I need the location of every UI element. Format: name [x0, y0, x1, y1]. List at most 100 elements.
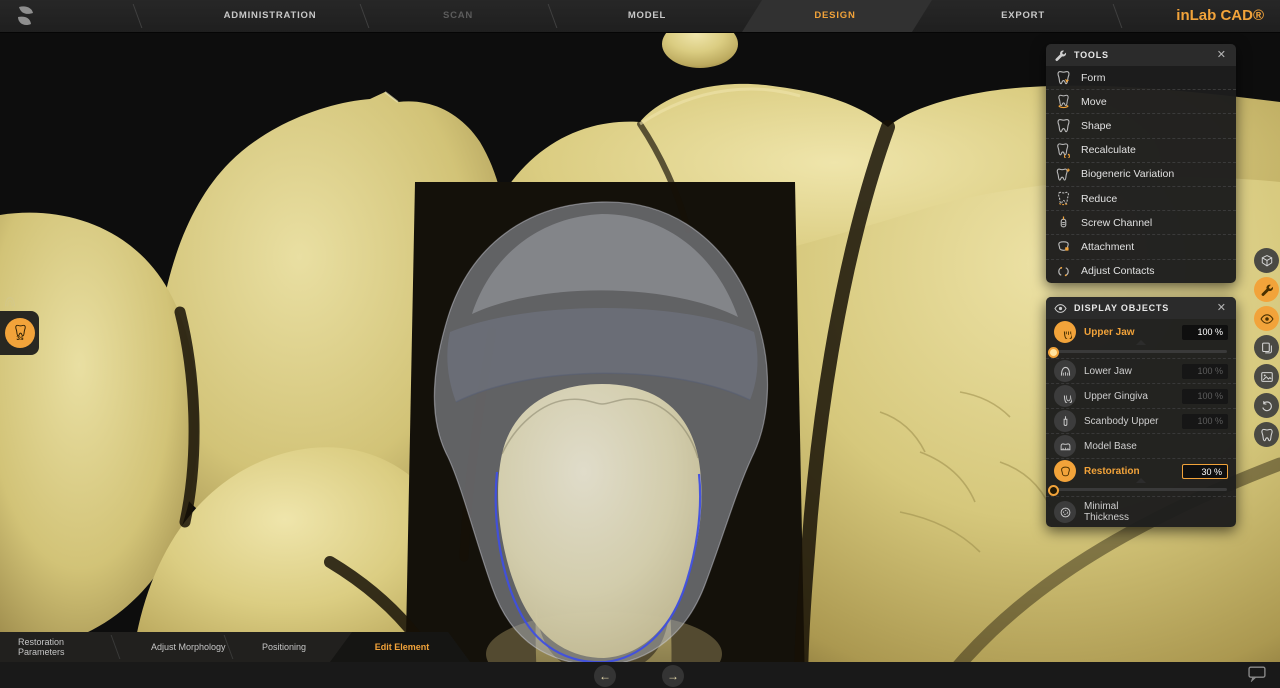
nav-separator	[548, 4, 558, 28]
snapshot-button[interactable]	[1254, 364, 1279, 389]
tool-item-label: Attachment	[1081, 241, 1134, 253]
tab-scan[interactable]: SCAN	[443, 0, 473, 32]
upper-jaw-icon	[1054, 321, 1076, 343]
tool-item-recalculate[interactable]: Recalculate	[1046, 138, 1236, 162]
tab-model[interactable]: MODEL	[628, 0, 666, 32]
tool-item-move[interactable]: Move	[1046, 89, 1236, 113]
left-flyout-handle[interactable]: 3s	[0, 311, 39, 355]
tools-panel-header: TOOLS ✕	[1046, 44, 1236, 66]
step-restoration-parameters[interactable]: Restoration Parameters	[18, 632, 106, 662]
tools-panel-title: TOOLS	[1074, 50, 1208, 60]
tool-item-label: Biogeneric Variation	[1081, 168, 1174, 180]
object-label: Model Base	[1084, 441, 1228, 452]
display-objects-panel: DISPLAY OBJECTS ✕ Upper Jaw 100 % Lower …	[1046, 297, 1236, 527]
opacity-value: 100 %	[1182, 414, 1228, 429]
model-cube-button[interactable]	[1254, 248, 1279, 273]
tool-item-label: Reduce	[1081, 193, 1117, 205]
product-title: inLab CAD®	[1176, 0, 1264, 32]
tool-item-label: Adjust Contacts	[1081, 265, 1155, 277]
opacity-value: 30 %	[1182, 464, 1228, 479]
model-base-icon	[1054, 435, 1076, 457]
top-navigation-bar: ADMINISTRATION SCAN MODEL DESIGN EXPORT …	[0, 0, 1280, 33]
object-row-minimal-thickness[interactable]: Minimal Thickness	[1046, 496, 1236, 527]
tool-item-adjust-contacts[interactable]: Adjust Contacts	[1046, 259, 1236, 283]
object-label: Upper Jaw	[1084, 327, 1174, 338]
form-tooth-icon	[1056, 70, 1071, 85]
pages-button[interactable]	[1254, 335, 1279, 360]
opacity-value: 100 %	[1182, 389, 1228, 404]
opacity-value: 100 %	[1182, 325, 1228, 340]
tab-administration[interactable]: ADMINISTRATION	[224, 0, 317, 32]
restoration-icon	[1054, 460, 1076, 482]
reset-view-button[interactable]	[1254, 393, 1279, 418]
move-tooth-icon	[1056, 94, 1071, 109]
display-objects-title: DISPLAY OBJECTS	[1074, 303, 1208, 313]
tools-panel: TOOLS ✕ Form Move Shape Recalculate Biog…	[1046, 44, 1236, 283]
reduce-icon	[1056, 191, 1071, 206]
tool-item-attachment[interactable]: Attachment	[1046, 234, 1236, 258]
nav-separator	[133, 4, 143, 28]
tool-item-screw-channel[interactable]: Screw Channel	[1046, 210, 1236, 234]
cube-icon	[1260, 254, 1274, 268]
step-adjust-morphology[interactable]: Adjust Morphology	[151, 632, 239, 662]
tool-item-label: Move	[1081, 96, 1107, 108]
tab-design[interactable]: DESIGN	[814, 0, 855, 32]
step-positioning[interactable]: Positioning	[262, 632, 306, 662]
inlab-cad-window: ADMINISTRATION SCAN MODEL DESIGN EXPORT …	[0, 0, 1280, 688]
tooth-icon	[1260, 428, 1274, 442]
screw-channel-icon	[1056, 215, 1071, 230]
slider-knob[interactable]	[1048, 347, 1059, 358]
chat-bubble-icon[interactable]	[1248, 666, 1267, 682]
timer-badge[interactable]: 3s	[5, 318, 35, 348]
scanbody-icon	[1054, 410, 1076, 432]
slider-track	[1055, 488, 1227, 491]
tool-item-reduce[interactable]: Reduce	[1046, 186, 1236, 210]
tool-item-form[interactable]: Form	[1046, 66, 1236, 89]
tool-item-label: Form	[1081, 72, 1106, 84]
tool-item-label: Screw Channel	[1081, 217, 1152, 229]
adjust-contacts-icon	[1056, 264, 1071, 279]
step-edit-element[interactable]: Edit Element	[375, 632, 430, 662]
close-icon[interactable]: ✕	[1215, 48, 1228, 63]
object-row-scanbody-upper[interactable]: Scanbody Upper 100 %	[1046, 408, 1236, 433]
side-toolbar	[1254, 248, 1279, 447]
tab-export[interactable]: EXPORT	[1001, 0, 1045, 32]
photo-icon	[1260, 370, 1274, 384]
object-row-lower-jaw[interactable]: Lower Jaw 100 %	[1046, 358, 1236, 383]
object-label: Lower Jaw	[1084, 366, 1174, 377]
nav-separator	[360, 4, 370, 28]
object-label: Scanbody Upper	[1084, 416, 1174, 427]
tool-item-label: Recalculate	[1081, 144, 1136, 156]
recalculate-icon	[1056, 143, 1071, 158]
upper-jaw-opacity-slider[interactable]	[1046, 345, 1236, 358]
pages-icon	[1260, 341, 1274, 355]
object-row-upper-gingiva[interactable]: Upper Gingiva 100 %	[1046, 383, 1236, 408]
tools-button[interactable]	[1254, 277, 1279, 302]
tool-item-label: Shape	[1081, 120, 1111, 132]
slider-track	[1055, 350, 1227, 353]
tool-item-biogeneric-variation[interactable]: Biogeneric Variation	[1046, 162, 1236, 186]
opacity-value: 100 %	[1182, 364, 1228, 379]
slider-knob[interactable]	[1048, 485, 1059, 496]
biogeneric-variation-icon	[1056, 167, 1071, 182]
upper-gingiva-icon	[1054, 385, 1076, 407]
jaw-ghost-icon	[2, 295, 18, 309]
eye-icon	[1260, 312, 1274, 326]
object-row-model-base[interactable]: Model Base	[1046, 433, 1236, 458]
tooth-view-button[interactable]	[1254, 422, 1279, 447]
tool-item-shape[interactable]: Shape	[1046, 113, 1236, 137]
object-label: Upper Gingiva	[1084, 391, 1174, 402]
display-objects-button[interactable]	[1254, 306, 1279, 331]
object-label: Restoration	[1084, 466, 1174, 477]
restoration-opacity-slider[interactable]	[1046, 483, 1236, 496]
wrench-icon	[1260, 283, 1274, 297]
slider-notch	[1136, 340, 1146, 345]
attachment-icon	[1056, 239, 1071, 254]
next-step-button[interactable]: →	[662, 665, 684, 687]
slider-notch	[1136, 478, 1146, 483]
lower-jaw-icon	[1054, 360, 1076, 382]
eye-icon	[1054, 302, 1067, 315]
previous-step-button[interactable]: ←	[594, 665, 616, 687]
minimal-thickness-icon	[1054, 501, 1076, 523]
close-icon[interactable]: ✕	[1215, 301, 1228, 316]
